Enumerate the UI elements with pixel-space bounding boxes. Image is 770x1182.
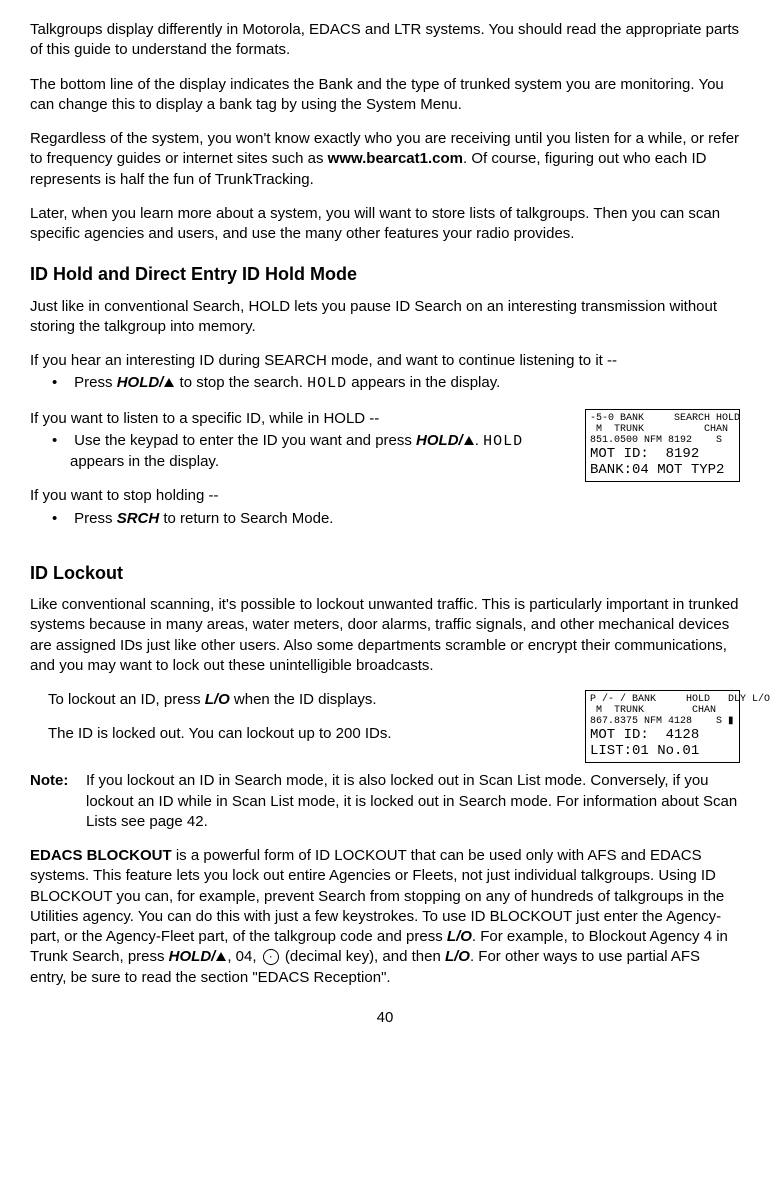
text: appears in the display. [347, 374, 500, 391]
key-label: L/O [445, 948, 470, 965]
display-screenshot-2: P /- / BANK HOLD DLY L/O LINE M TRUNK CH… [585, 690, 740, 763]
key-label: HOLD/ [169, 948, 216, 965]
lcd-line: -5-0 BANK SEARCH HOLD [590, 413, 740, 424]
key-label: L/O [205, 691, 230, 708]
lcd-line: P /- / BANK HOLD DLY L/O LINE [590, 694, 770, 705]
key-label: SRCH [117, 510, 160, 527]
lcd-line: M TRUNK CHAN [590, 705, 716, 716]
text: . [475, 432, 483, 449]
lcd-line: 867.8375 NFM 4128 S ▮ [590, 716, 734, 727]
lcd-line: M TRUNK CHAN [590, 424, 728, 435]
key-label: HOLD/ [117, 374, 164, 391]
text: To lockout an ID, press [48, 691, 205, 708]
lcd-text: HOLD [307, 375, 347, 392]
intro-paragraph-1: Talkgroups display differently in Motoro… [30, 20, 740, 61]
intro-paragraph-4: Later, when you learn more about a syste… [30, 204, 740, 245]
list-item: Press SRCH to return to Search Mode. [70, 509, 740, 529]
note-body: If you lockout an ID in Search mode, it … [86, 771, 740, 832]
up-triangle-icon [164, 378, 174, 387]
lcd-line-big: MOT ID: 4128 [590, 727, 699, 743]
text: to stop the search. [175, 374, 307, 391]
hold-paragraph-1: Just like in conventional Search, HOLD l… [30, 297, 740, 338]
note-block: Note: If you lockout an ID in Search mod… [30, 771, 740, 832]
url: www.bearcat1.com [328, 150, 463, 167]
text: when the ID displays. [230, 691, 377, 708]
decimal-key-icon [263, 949, 279, 965]
text: appears in the display. [70, 453, 219, 470]
list-item: Press HOLD/ to stop the search. HOLD app… [70, 373, 740, 394]
hold-list-1: Press HOLD/ to stop the search. HOLD app… [30, 373, 740, 394]
heading-id-hold: ID Hold and Direct Entry ID Hold Mode [30, 262, 740, 286]
up-triangle-icon [216, 952, 226, 961]
display-screenshot-1: -5-0 BANK SEARCH HOLD M TRUNK CHAN 851.0… [585, 409, 740, 482]
text: Use the keypad to enter the ID you want … [74, 432, 416, 449]
heading-id-lockout: ID Lockout [30, 561, 740, 585]
up-triangle-icon [464, 436, 474, 445]
edacs-lead: EDACS BLOCKOUT [30, 847, 172, 864]
key-label: HOLD/ [416, 432, 463, 449]
text: (decimal key), and then [281, 948, 445, 965]
hold-lead-1: If you hear an interesting ID during SEA… [30, 351, 740, 371]
lcd-text: HOLD [483, 433, 523, 450]
lcd-line: 851.0500 NFM 8192 S [590, 435, 722, 446]
lcd-line-big: MOT ID: 8192 [590, 446, 699, 462]
text: to return to Search Mode. [159, 510, 333, 527]
text: Press [74, 374, 117, 391]
lcd-line-big: LIST:01 No.01 [590, 743, 699, 759]
lcd-line-big: BANK:04 MOT TYP2 [590, 462, 724, 478]
hold-lead-3: If you want to stop holding -- [30, 486, 740, 506]
lockout-paragraph-1: Like conventional scanning, it's possibl… [30, 595, 740, 676]
key-label: L/O [447, 928, 472, 945]
note-label: Note: [30, 771, 86, 832]
edacs-paragraph: EDACS BLOCKOUT is a powerful form of ID … [30, 846, 740, 988]
text: , 04, [227, 948, 260, 965]
page-number: 40 [30, 1008, 740, 1028]
hold-list-3: Press SRCH to return to Search Mode. [30, 509, 740, 529]
text: Press [74, 510, 117, 527]
intro-paragraph-2: The bottom line of the display indicates… [30, 75, 740, 116]
intro-paragraph-3: Regardless of the system, you won't know… [30, 129, 740, 190]
